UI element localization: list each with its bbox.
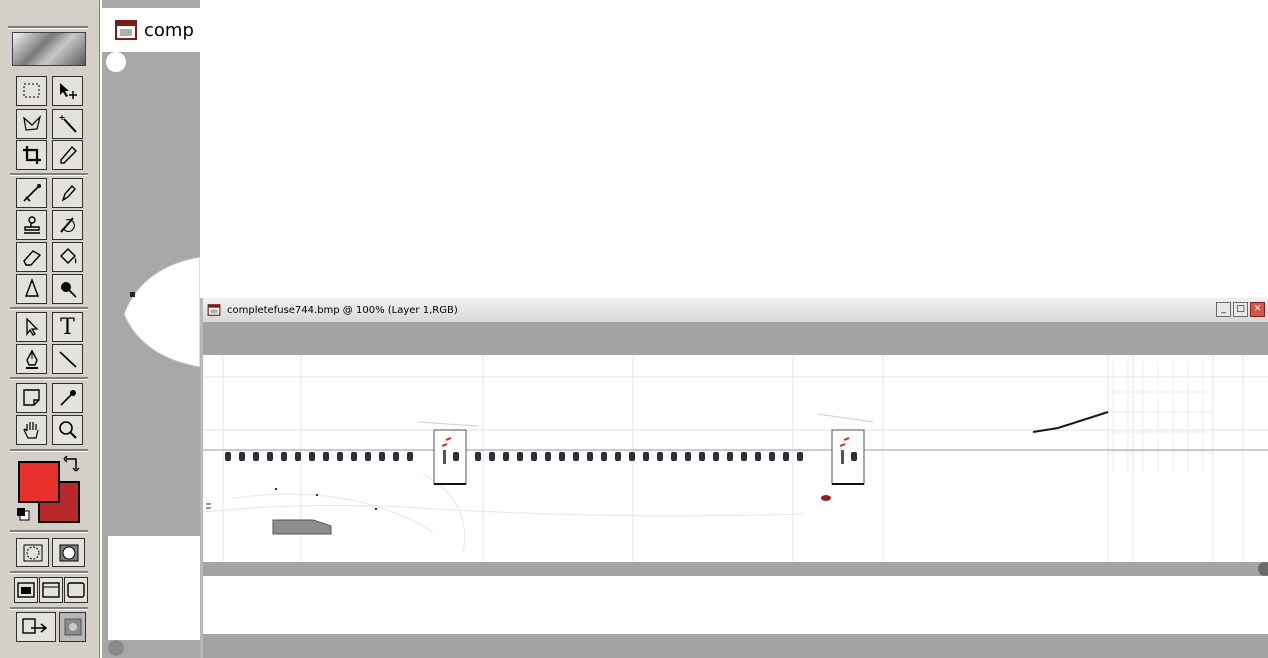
maximize-button[interactable]: □	[1233, 302, 1248, 317]
toolbox-divider	[10, 377, 88, 380]
full-screen-mode-button[interactable]	[64, 577, 88, 603]
main-document-title: completefuse744.bmp @ 100% (Layer 1,RGB)	[227, 304, 458, 316]
slice-icon	[59, 145, 77, 164]
main-document-window[interactable]: completefuse744.bmp @ 100% (Layer 1,RGB)…	[200, 298, 1268, 658]
pencil-tool-button[interactable]	[52, 178, 83, 208]
marquee-tool-button[interactable]	[16, 76, 47, 106]
blur-tool-button[interactable]	[16, 274, 47, 304]
slice-tool-button[interactable]	[52, 140, 83, 170]
crop-tool-button[interactable]	[16, 140, 47, 170]
eraser-tool-button[interactable]	[16, 242, 47, 272]
notes-tool-button[interactable]	[16, 383, 47, 413]
screen-mode-standard-icon	[17, 582, 35, 598]
screen-mode-full-icon	[67, 582, 85, 598]
magic-wand-tool-button[interactable]	[52, 109, 83, 139]
image-canvas[interactable]	[203, 322, 1268, 658]
dark-stroke-mark	[1032, 411, 1109, 433]
imageready-icon	[64, 618, 81, 636]
canvas-gray-band-top	[203, 322, 1268, 355]
type-tool-button[interactable]: T	[52, 312, 83, 342]
magic-wand-icon	[59, 115, 77, 133]
blur-icon	[24, 278, 39, 297]
path-selection-tool-button[interactable]	[16, 312, 47, 342]
background-document-canvas	[106, 52, 200, 656]
quick-mask-mode-button[interactable]	[52, 538, 85, 567]
toolbox-grip[interactable]	[8, 26, 88, 29]
fuselage-door-1	[417, 421, 479, 485]
zoom-icon	[58, 421, 77, 439]
full-screen-menu-mode-button[interactable]	[39, 577, 63, 603]
imageready-jump-icon	[22, 618, 48, 634]
fuselage-window-row-1	[225, 452, 413, 461]
path-selection-icon	[25, 317, 39, 336]
photoshop-logo-button[interactable]	[12, 32, 86, 66]
paint-bucket-tool-button[interactable]	[52, 242, 83, 272]
document-icon	[115, 20, 137, 40]
maximize-icon: □	[1236, 304, 1245, 314]
paint-bucket-icon	[59, 248, 76, 264]
notes-icon	[22, 389, 40, 406]
imageready-button[interactable]	[59, 612, 86, 642]
foreground-color-swatch[interactable]	[18, 461, 60, 503]
line-tool-button[interactable]	[52, 344, 83, 374]
move-icon	[59, 83, 77, 99]
marquee-icon	[23, 83, 39, 98]
history-brush-icon	[59, 217, 75, 233]
stamp-tool-button[interactable]	[16, 210, 47, 240]
toolbox-divider	[10, 530, 88, 533]
history-brush-tool-button[interactable]	[52, 210, 83, 240]
canvas-gray-band-bottom	[203, 634, 1268, 658]
eyedropper-icon	[59, 390, 76, 406]
toolbox-divider	[10, 449, 88, 452]
standard-mode-button[interactable]	[16, 538, 49, 567]
stamp-icon	[23, 216, 40, 234]
airbrush-icon	[22, 184, 41, 202]
canvas-guide-lines	[203, 355, 1268, 562]
hand-tool-button[interactable]	[16, 415, 47, 445]
airbrush-tool-button[interactable]	[16, 178, 47, 208]
eraser-icon	[22, 250, 41, 266]
fuselage-window-row-2	[475, 452, 803, 461]
screen-mode-full-menu-icon	[42, 582, 60, 598]
pen-icon	[25, 349, 38, 369]
lasso-tool-button[interactable]	[16, 109, 47, 139]
background-document-window[interactable]: comp	[102, 0, 200, 658]
toolbox-panel: T	[0, 0, 100, 658]
swap-colors-icon[interactable]	[62, 455, 82, 475]
minimize-button[interactable]: _	[1216, 302, 1231, 317]
zoom-tool-button[interactable]	[52, 415, 83, 445]
standard-mode-icon	[23, 544, 42, 561]
default-colors-icon[interactable]	[16, 507, 30, 521]
dodge-icon	[60, 282, 77, 298]
dodge-tool-button[interactable]	[52, 274, 83, 304]
standard-screen-mode-button[interactable]	[14, 577, 38, 603]
toolbox-divider	[10, 173, 88, 176]
eyedropper-tool-button[interactable]	[52, 383, 83, 413]
jump-to-imageready-button[interactable]	[16, 612, 56, 642]
document-icon	[207, 304, 221, 316]
toolbox-divider	[10, 607, 88, 610]
background-document-title: comp	[144, 19, 194, 41]
canvas-gray-band-middle	[203, 562, 1268, 576]
toolbox-divider	[10, 571, 88, 574]
red-mark	[821, 495, 831, 501]
canvas-grid-right	[1108, 362, 1213, 472]
gray-part-shape	[272, 519, 332, 535]
toolbox-divider	[10, 307, 88, 310]
pencil-icon	[61, 184, 76, 202]
minimize-icon: _	[1221, 304, 1226, 314]
type-icon: T	[60, 314, 75, 340]
main-document-titlebar[interactable]: completefuse744.bmp @ 100% (Layer 1,RGB)…	[203, 298, 1268, 323]
fuselage-door-2	[817, 413, 874, 485]
move-tool-button[interactable]	[52, 76, 83, 106]
quick-mask-icon	[59, 544, 78, 561]
line-icon	[58, 351, 77, 368]
lasso-icon	[22, 115, 41, 131]
pen-tool-button[interactable]	[16, 344, 47, 374]
close-button[interactable]: ✕	[1250, 302, 1265, 317]
crop-icon	[22, 146, 41, 164]
background-document-titlebar[interactable]: comp	[102, 8, 200, 52]
hand-icon	[22, 422, 39, 439]
close-icon: ✕	[1253, 304, 1262, 314]
